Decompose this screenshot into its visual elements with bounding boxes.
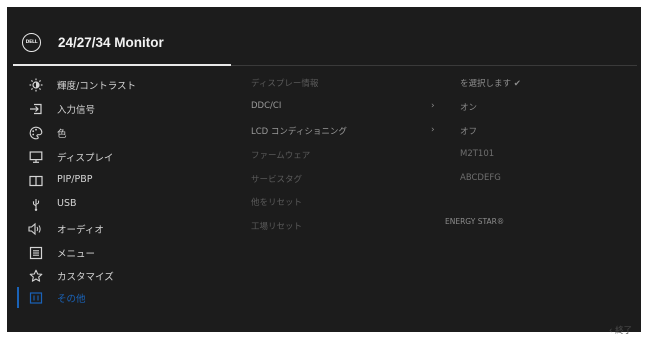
firmware-value: M2T101 [460,149,495,159]
menu-item-input-source[interactable]: 入力信号 [17,98,227,120]
menu-item-label: PIP/PBP [57,174,93,185]
pip-pbp-icon [28,173,44,189]
submenu-factory-reset[interactable]: 工場リセット [251,220,302,232]
submenu-display-info[interactable]: ディスプレー情報 [251,77,318,89]
others-icon [28,290,44,306]
input-source-icon [28,101,44,117]
menu-item-others[interactable]: その他 [17,287,227,309]
menu-icon [28,245,44,261]
submenu-service-tag: サービスタグ [251,175,303,185]
menu-item-pip-pbp[interactable]: PIP/PBP [17,170,227,192]
menu-item-color[interactable]: 色 [17,122,227,144]
menu-item-label: メニュー [57,249,96,260]
menu-item-display[interactable]: ディスプレイ [17,146,227,168]
menu-item-brightness-contrast[interactable]: 輝度/コントラスト [17,74,227,96]
color-palette-icon [28,125,44,141]
menu-item-label: 色 [57,129,67,140]
brightness-icon [28,77,44,93]
submenu-ddc-ci[interactable]: DDC/CI [251,101,281,111]
chevron-right-icon: › [431,101,435,111]
menu-item-usb[interactable]: USB [17,194,227,216]
header-divider-highlight [13,64,231,66]
dell-logo: DELL [22,33,41,52]
energy-star-logo: ENERGY STAR® [445,217,505,226]
service-tag-value: ABCDEFG [460,173,501,183]
usb-icon [28,197,44,213]
osd-panel: DELL 24/27/34 Monitor 輝度/コントラスト 入力信号 色 デ… [7,7,641,336]
select-hint: を選択します ✔ [460,79,521,89]
menu-item-audio[interactable]: オーディオ [17,218,227,240]
speaker-icon [28,221,44,237]
menu-item-label: 輝度/コントラスト [57,81,137,92]
ddc-ci-value: オン [460,103,478,113]
menu-item-label: ディスプレイ [57,153,114,164]
submenu-other-reset[interactable]: 他をリセット [251,196,302,208]
menu-item-menu[interactable]: メニュー [17,242,227,264]
menu-item-label: その他 [57,294,86,305]
chevron-right-icon: › [431,125,435,135]
menu-item-label: オーディオ [57,225,104,236]
exit-button[interactable]: ‹ 終了 [609,324,632,336]
menu-item-personalize[interactable]: カスタマイズ [17,265,227,287]
submenu-lcd-conditioning[interactable]: LCD コンディショニング [251,125,347,137]
menu-item-label: カスタマイズ [57,272,114,283]
submenu-firmware: ファームウェア [251,151,311,161]
menu-item-label: USB [57,198,77,209]
menu-item-label: 入力信号 [57,105,96,116]
lcd-conditioning-value: オフ [460,127,478,137]
star-icon [28,268,44,284]
display-icon [28,149,44,165]
monitor-title: 24/27/34 Monitor [58,35,164,50]
